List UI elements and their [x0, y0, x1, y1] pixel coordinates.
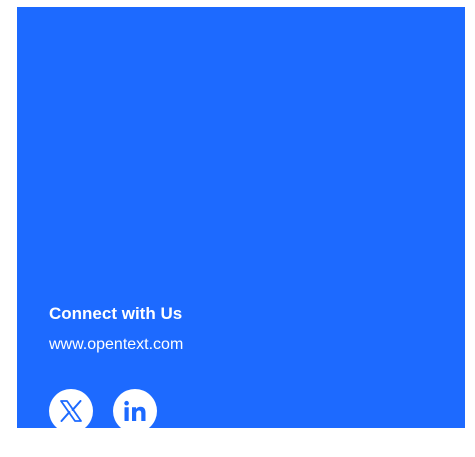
website-link[interactable]: www.opentext.com: [49, 335, 183, 355]
linkedin-social-button[interactable]: [113, 389, 157, 433]
connect-section: Connect with Us www.opentext.com: [49, 304, 183, 355]
linkedin-icon: [123, 400, 147, 422]
x-social-button[interactable]: [49, 389, 93, 433]
page: Connect with Us www.opentext.com: [0, 0, 475, 457]
social-links: [49, 389, 157, 433]
connect-title: Connect with Us: [49, 304, 183, 323]
footer-panel: Connect with Us www.opentext.com: [17, 7, 465, 433]
x-logo-icon: [59, 400, 83, 422]
